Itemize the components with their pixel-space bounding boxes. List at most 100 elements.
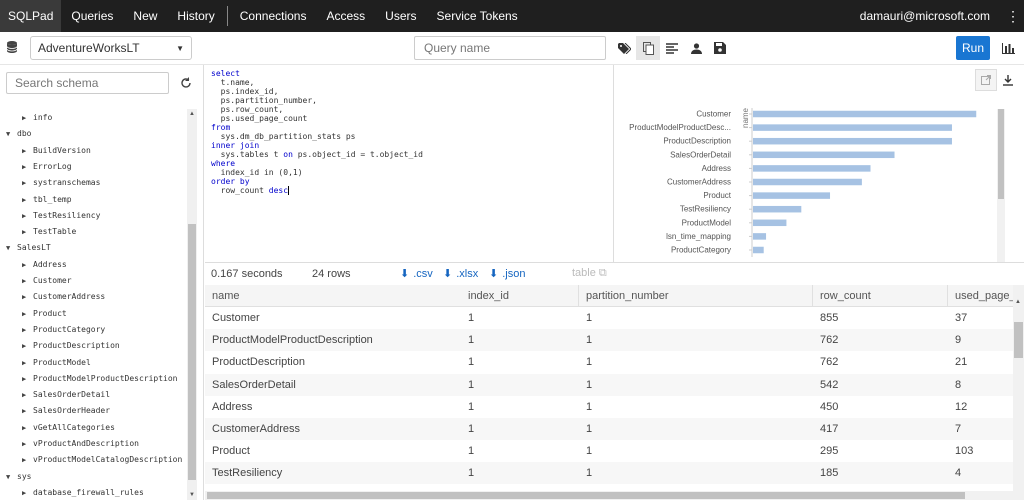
tree-table-node[interactable]: ▶ProductCategory	[22, 322, 105, 338]
nav-connections[interactable]: Connections	[230, 0, 317, 32]
tree-schema-node[interactable]: ▼sys	[6, 469, 31, 485]
tree-table-node[interactable]: ▶info	[22, 110, 52, 126]
caret-right-icon[interactable]: ▶	[22, 371, 30, 387]
nav-access[interactable]: Access	[316, 0, 375, 32]
grid-vertical-scrollbar[interactable]: ▲	[1013, 285, 1024, 500]
caret-right-icon[interactable]: ▶	[22, 273, 30, 289]
tree-table-node[interactable]: ▶tbl_temp	[22, 192, 72, 208]
tree-table-node[interactable]: ▶Product	[22, 306, 67, 322]
chart-scrollbar[interactable]	[997, 109, 1005, 262]
tree-schema-node[interactable]: ▼SalesLT	[6, 240, 51, 256]
download-csv-link[interactable]: ⬇.csv	[400, 267, 433, 280]
chart-category-label: lsn_time_mapping	[666, 232, 731, 241]
caret-right-icon[interactable]: ▶	[22, 403, 30, 419]
save-icon[interactable]	[708, 36, 732, 60]
caret-right-icon[interactable]: ▶	[22, 485, 30, 500]
caret-right-icon[interactable]: ▶	[22, 338, 30, 354]
caret-down-icon[interactable]: ▼	[6, 240, 14, 256]
tree-schema-node[interactable]: ▼dbo	[6, 126, 31, 142]
more-menu-icon[interactable]: ⋮	[1002, 8, 1024, 25]
format-icon[interactable]	[660, 36, 684, 60]
bar-chart-icon[interactable]	[996, 36, 1020, 60]
schema-scrollbar[interactable]: ▲ ▼	[187, 109, 197, 500]
caret-right-icon[interactable]: ▶	[22, 452, 30, 468]
table-row[interactable]: SalesOrderDetail115428	[205, 374, 1013, 396]
tree-table-node[interactable]: ▶vGetAllCategories	[22, 420, 115, 436]
tree-table-node[interactable]: ▶ProductDescription	[22, 338, 120, 354]
caret-right-icon[interactable]: ▶	[22, 224, 30, 240]
tree-table-node[interactable]: ▶ErrorLog	[22, 159, 72, 175]
tree-table-node[interactable]: ▶ProductModelProductDescription	[22, 371, 178, 387]
caret-right-icon[interactable]: ▶	[22, 110, 30, 126]
nav-users[interactable]: Users	[375, 0, 426, 32]
nav-queries[interactable]: Queries	[61, 0, 123, 32]
scroll-up-icon[interactable]: ▲	[189, 111, 195, 117]
tree-table-node[interactable]: ▶SalesOrderHeader	[22, 403, 110, 419]
user-email[interactable]: damauri@microsoft.com	[860, 9, 1002, 23]
tree-table-node[interactable]: ▶TestResiliency	[22, 208, 100, 224]
column-header[interactable]: row_count	[813, 285, 948, 307]
caret-right-icon[interactable]: ▶	[22, 257, 30, 273]
table-row[interactable]: CustomerAddress114177	[205, 418, 1013, 440]
caret-right-icon[interactable]: ▶	[22, 355, 30, 371]
chart-scrollbar-thumb[interactable]	[998, 109, 1004, 199]
tree-table-node[interactable]: ▶ProductModel	[22, 355, 91, 371]
nav-service-tokens[interactable]: Service Tokens	[427, 0, 528, 32]
query-name-input[interactable]	[414, 36, 606, 60]
tree-table-node[interactable]: ▶vProductAndDescription	[22, 436, 139, 452]
connection-select[interactable]: AdventureWorksLT ▼	[30, 36, 192, 60]
copy-icon[interactable]	[636, 36, 660, 60]
caret-down-icon[interactable]: ▼	[6, 126, 14, 142]
table-row[interactable]: Product11295103	[205, 440, 1013, 462]
column-header[interactable]: partition_number	[579, 285, 813, 307]
grid-horizontal-scrollbar[interactable]	[205, 491, 1013, 500]
table-row[interactable]: ProductModelProductDescription117629	[205, 329, 1013, 351]
tree-table-node[interactable]: ▶TestTable	[22, 224, 76, 240]
table-link[interactable]: table ⧉	[572, 267, 607, 280]
download-json-link[interactable]: ⬇.json	[489, 267, 525, 280]
tag-icon[interactable]	[612, 36, 636, 60]
caret-right-icon[interactable]: ▶	[22, 143, 30, 159]
nav-new[interactable]: New	[123, 0, 167, 32]
run-button[interactable]: Run	[956, 36, 990, 60]
grid-horizontal-thumb[interactable]	[207, 492, 965, 499]
download-icon[interactable]	[997, 69, 1019, 91]
caret-right-icon[interactable]: ▶	[22, 192, 30, 208]
caret-right-icon[interactable]: ▶	[22, 387, 30, 403]
tree-table-node[interactable]: ▶SalesOrderDetail	[22, 387, 110, 403]
nav-history[interactable]: History	[167, 0, 224, 32]
tree-table-node[interactable]: ▶BuildVersion	[22, 143, 91, 159]
tree-table-node[interactable]: ▶database_firewall_rules	[22, 485, 144, 500]
column-header[interactable]: name	[205, 285, 453, 307]
scroll-up-icon[interactable]: ▲	[1015, 299, 1021, 305]
caret-right-icon[interactable]: ▶	[22, 175, 30, 191]
caret-down-icon[interactable]: ▼	[6, 469, 14, 485]
caret-right-icon[interactable]: ▶	[22, 436, 30, 452]
caret-right-icon[interactable]: ▶	[22, 289, 30, 305]
column-header[interactable]: used_page_count	[948, 285, 1013, 307]
brand-logo[interactable]: SQLPad	[0, 0, 61, 32]
tree-table-node[interactable]: ▶systranschemas	[22, 175, 100, 191]
caret-right-icon[interactable]: ▶	[22, 420, 30, 436]
table-row[interactable]: TestResiliency111854	[205, 462, 1013, 484]
schema-scrollbar-thumb[interactable]	[188, 224, 196, 480]
schema-search-input[interactable]	[6, 72, 169, 94]
download-xlsx-link[interactable]: ⬇.xlsx	[443, 267, 478, 280]
sql-editor[interactable]: select t.name, ps.index_id, ps.partition…	[205, 65, 614, 262]
user-icon[interactable]	[684, 36, 708, 60]
refresh-icon[interactable]	[176, 73, 196, 93]
caret-right-icon[interactable]: ▶	[22, 208, 30, 224]
table-row[interactable]: Customer1185537	[205, 307, 1013, 329]
tree-table-node[interactable]: ▶CustomerAddress	[22, 289, 105, 305]
table-row[interactable]: Address1145012	[205, 396, 1013, 418]
grid-vertical-thumb[interactable]	[1014, 322, 1023, 358]
caret-right-icon[interactable]: ▶	[22, 322, 30, 338]
caret-right-icon[interactable]: ▶	[22, 159, 30, 175]
tree-table-node[interactable]: ▶vProductModelCatalogDescription	[22, 452, 182, 468]
tree-table-node[interactable]: ▶Customer	[22, 273, 72, 289]
scroll-down-icon[interactable]: ▼	[189, 492, 195, 498]
column-header[interactable]: index_id	[461, 285, 579, 307]
caret-right-icon[interactable]: ▶	[22, 306, 30, 322]
tree-table-node[interactable]: ▶Address	[22, 257, 67, 273]
table-row[interactable]: ProductDescription1176221	[205, 351, 1013, 373]
